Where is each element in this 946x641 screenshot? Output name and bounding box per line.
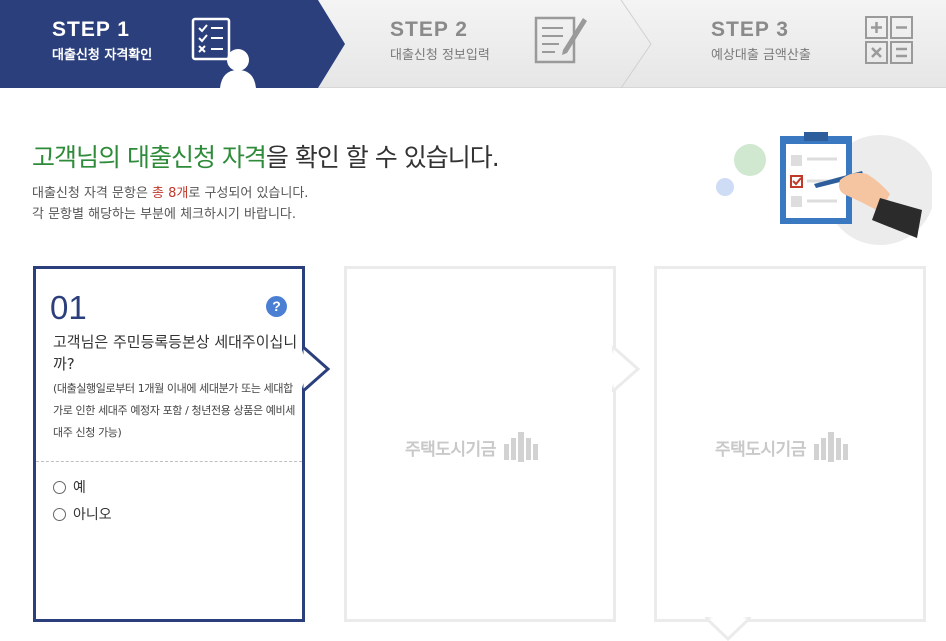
step-progress-bar: STEP 1 대출신청 자격확인 STEP 2 대출신청 정보입력 STEP 3… bbox=[0, 0, 946, 88]
step-1-number: STEP 1 bbox=[52, 18, 130, 41]
question-count: 총 8개 bbox=[152, 186, 189, 201]
description-line-2: 각 문항별 해당하는 부분에 체크하시기 바랍니다. bbox=[32, 207, 296, 222]
card-2-pointer bbox=[612, 346, 641, 392]
description-text-b: 로 구성되어 있습니다. bbox=[188, 186, 309, 201]
description-line-1: 대출신청 자격 문항은 총 8개로 구성되어 있습니다. bbox=[32, 183, 308, 204]
question-card-placeholder-2: 주택도시기금 bbox=[344, 266, 616, 622]
step-3-label: 예상대출 금액산출 bbox=[711, 48, 811, 63]
question-note: (대출실행일로부터 1개월 이내에 세대분가 또는 세대합가로 인한 세대주 예… bbox=[53, 382, 295, 439]
hug-logo-icon bbox=[813, 432, 848, 462]
divider bbox=[36, 461, 302, 462]
step-2-separator bbox=[620, 0, 652, 88]
calculator-icon bbox=[865, 16, 913, 64]
card-3-pointer bbox=[705, 617, 751, 641]
help-icon[interactable]: ? bbox=[266, 296, 287, 317]
document-pen-icon bbox=[534, 16, 587, 64]
question-card-01: 01 ? 고객님은 주민등록등본상 세대주이십니까? (대출실행일로부터 1개월… bbox=[33, 266, 305, 622]
radio-yes[interactable] bbox=[53, 480, 66, 494]
step-2-label: 대출신청 정보입력 bbox=[390, 48, 490, 63]
page-description: 대출신청 자격 문항은 총 8개로 구성되어 있습니다. 각 문항별 해당하는 … bbox=[32, 183, 308, 225]
question-card-placeholder-3: 주택도시기금 bbox=[654, 266, 926, 622]
question-number: 01 bbox=[50, 289, 87, 326]
watermark-text: 주택도시기금 bbox=[405, 439, 496, 460]
option-yes[interactable]: 예 bbox=[53, 477, 86, 497]
step-3: STEP 3 예상대출 금액산출 bbox=[645, 0, 946, 88]
step-1-label: 대출신청 자격확인 bbox=[52, 48, 153, 63]
watermark: 주택도시기금 bbox=[715, 432, 875, 462]
page-title-emphasis: 고객님의 대출신청 자격 bbox=[32, 143, 267, 172]
step-1: STEP 1 대출신청 자격확인 bbox=[0, 0, 345, 88]
active-card-pointer bbox=[302, 346, 331, 392]
description-text-a: 대출신청 자격 문항은 bbox=[32, 186, 153, 201]
watermark-text: 주택도시기금 bbox=[715, 439, 806, 460]
hug-logo-icon bbox=[503, 432, 538, 462]
option-no[interactable]: 아니오 bbox=[53, 504, 112, 524]
page-title: 고객님의 대출신청 자격을 확인 할 수 있습니다. bbox=[32, 138, 500, 174]
step-2: STEP 2 대출신청 정보입력 bbox=[345, 0, 652, 88]
step-2-number: STEP 2 bbox=[390, 18, 468, 41]
step-3-number: STEP 3 bbox=[711, 18, 789, 41]
page-title-rest: 을 확인 할 수 있습니다. bbox=[265, 143, 500, 172]
watermark: 주택도시기금 bbox=[405, 432, 565, 462]
question-text: 고객님은 주민등록등본상 세대주이십니까? bbox=[53, 333, 298, 373]
checklist-illustration bbox=[716, 132, 932, 245]
option-no-label: 아니오 bbox=[73, 507, 112, 523]
checklist-person-icon bbox=[191, 17, 256, 88]
radio-no[interactable] bbox=[53, 507, 66, 521]
option-yes-label: 예 bbox=[73, 480, 86, 496]
